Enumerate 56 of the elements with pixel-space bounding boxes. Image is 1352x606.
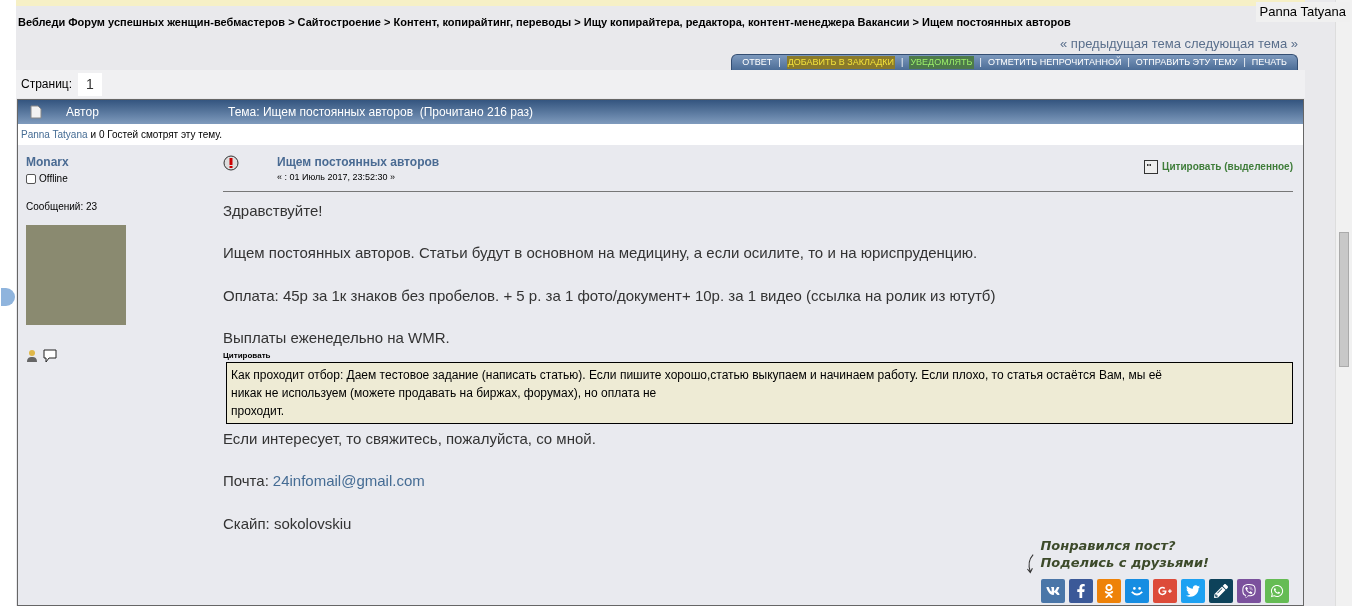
separator: | (979, 55, 982, 69)
share-button[interactable] (1069, 579, 1093, 603)
post-date: « : 01 Июль 2017, 23:52:30 » (277, 171, 397, 184)
topic-navigation-link[interactable]: « предыдущая тема следующая тема » (1060, 33, 1298, 53)
action-link[interactable]: ОТМЕТИТЬ НЕПРОЧИТАННОЙ (987, 55, 1122, 70)
topic-column-heading: Тема: Ищем постоянных авторов (Прочитано 216 раз) (228, 104, 534, 121)
action-link[interactable]: ОТПРАВИТЬ ЭТУ ТЕМУ (1135, 55, 1238, 70)
post-paragraph: Оплата: 45р за 1к знаков без пробелов. + 5 р. за 1 фото/документ+ 10р. за 1 видео (ссылка на ролик из ютутб) (223, 285, 997, 306)
mail-label: Почта: (223, 471, 269, 491)
separator: | (1127, 55, 1130, 69)
action-link[interactable]: ПЕЧАТЬ (1251, 55, 1287, 70)
post-paragraph: Если интересует, то свяжитесь, пожалуйста, со мной. (223, 428, 597, 449)
post-paragraph: Выплаты еженедельно на WMR. (223, 328, 451, 348)
pencil-icon (1214, 584, 1228, 598)
scroll-up-icon[interactable] (1, 288, 15, 306)
breadcrumb-text: Вебледи Форум успешных женщин-вебмастеров > Сайтостроение > Контент, копирайтинг, переводы > Ищу копирайтера, редактора, контент-менеджера Вакансии > Ищем постоянных авторов (18, 15, 1071, 30)
viewers-text: и 0 Гостей смотрят эту тему. (90, 128, 223, 142)
quote-selected-link[interactable]: Цитировать (выделенное) (1162, 159, 1293, 174)
quote-icon (1144, 159, 1159, 174)
user-link[interactable]: Panna Tatyana (21, 127, 88, 142)
whatsapp-icon (1270, 584, 1284, 598)
separator: | (778, 55, 781, 69)
page-number[interactable]: 1 (78, 72, 102, 96)
status-text: Offline (39, 172, 68, 186)
google-plus-icon (1158, 584, 1172, 598)
author-name[interactable]: Monarx (26, 153, 223, 171)
odnoklassniki-icon (1102, 584, 1116, 598)
action-link[interactable]: ОТВЕТ (742, 55, 773, 70)
action-link[interactable]: ДОБАВИТЬ В ЗАКЛАДКИ (786, 55, 896, 70)
message-count: Сообщений: 23 (26, 200, 99, 214)
profile-icon[interactable] (26, 349, 40, 363)
vk-icon (1046, 584, 1060, 598)
share-caption: Понравился пост? Поделись с друзьями! (1040, 537, 1209, 571)
separator: | (1243, 55, 1246, 69)
share-button[interactable] (1237, 579, 1261, 603)
facebook-icon (1074, 584, 1088, 598)
share-button[interactable] (1209, 579, 1233, 603)
post-paragraph: Здравствуйте! (223, 200, 324, 221)
pages-label: Страниц: (21, 76, 73, 93)
post-paragraph: Ищем постоянных авторов. Статьи будут в основном на медицину, а если осилите, то и на юриспруденцию. (223, 243, 979, 263)
quote-block: Как проходит отбор: Даем тестовое задание (написать статью). Если пишите хорошо,статью выкупаем и начинаем работу. Если плохо, то статья остаётся Вам, мы её никак не используем (можете продавать на биржах, форумах), но оплата не проходит. (226, 361, 1293, 424)
email-link[interactable]: 24infomail@gmail.com (272, 470, 425, 493)
author-column-heading: Автор (66, 104, 100, 121)
viber-icon (1242, 584, 1256, 598)
separator: | (901, 55, 904, 69)
action-link[interactable]: УВЕДОМЛЯТЬ (909, 55, 974, 70)
post-title[interactable]: Ищем постоянных авторов (277, 153, 440, 171)
bird-icon (1186, 584, 1200, 598)
skype-text: Скайп: sokolovskiu (223, 513, 353, 534)
speech-bubble-icon[interactable] (43, 349, 57, 363)
smile-icon (1130, 584, 1144, 598)
quote-label: Цитировать (223, 349, 272, 362)
document-icon (30, 105, 42, 119)
share-button[interactable] (1041, 579, 1065, 603)
exclamation-icon (223, 155, 239, 171)
scrollbar-thumb[interactable] (1339, 232, 1349, 367)
